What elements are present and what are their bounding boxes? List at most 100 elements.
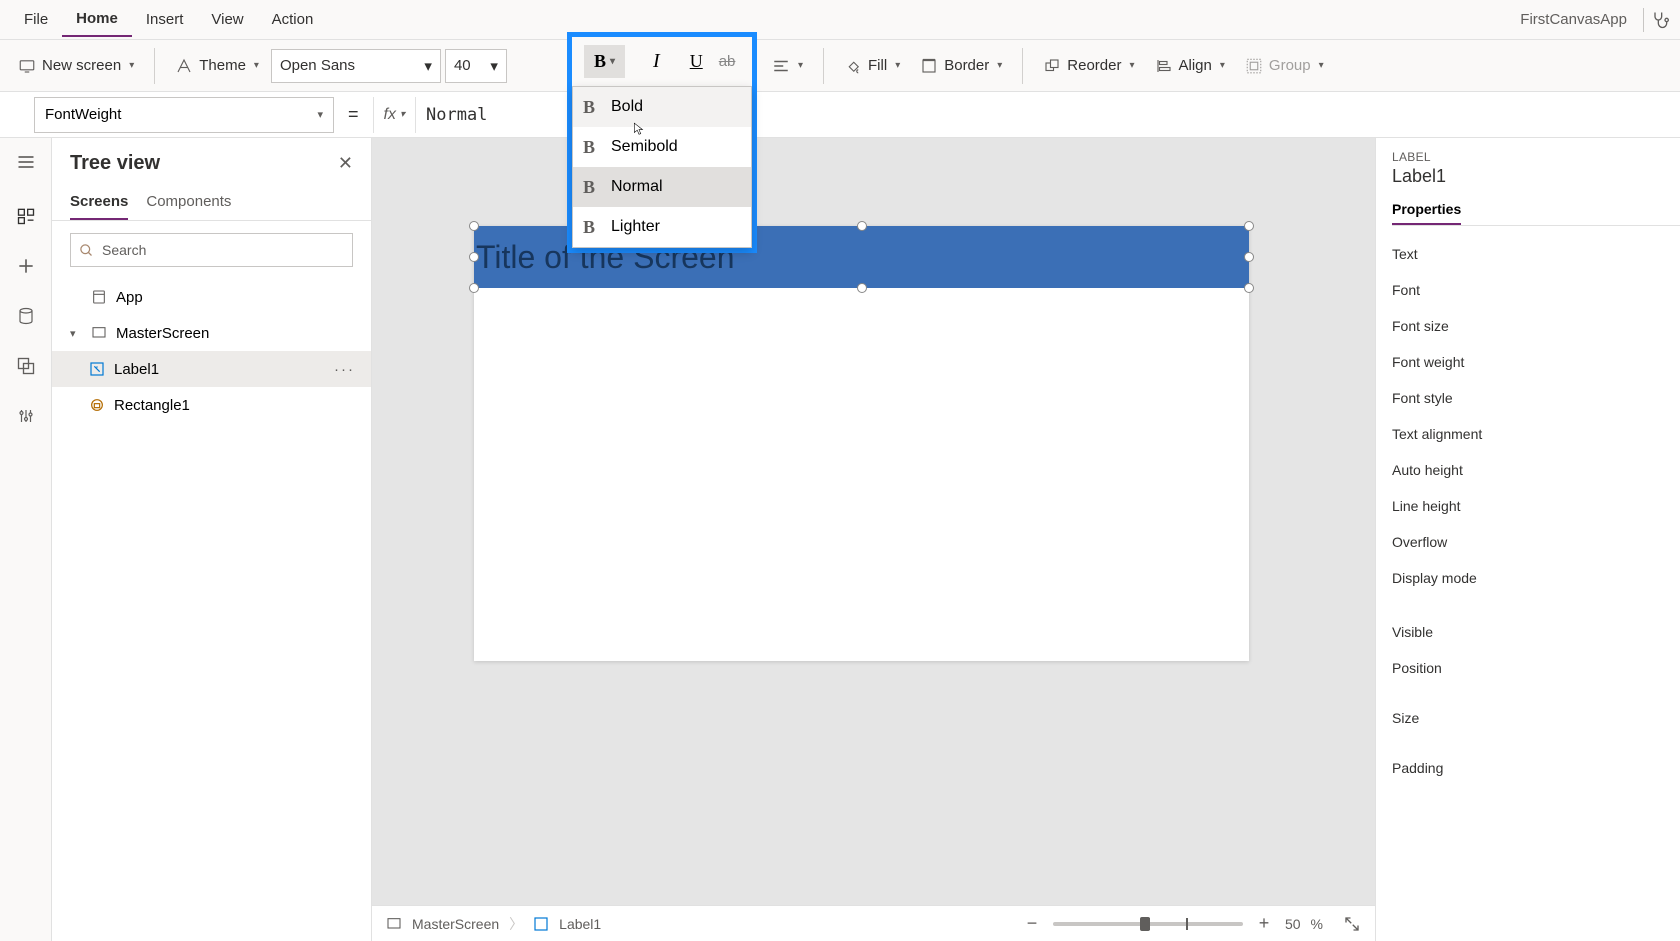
zoom-value: 50: [1285, 916, 1301, 932]
font-style-buttons: B ▾ I U ab: [572, 37, 752, 86]
menu-file[interactable]: File: [10, 3, 62, 36]
control-type-label: LABEL: [1392, 150, 1680, 164]
weight-option-lighter[interactable]: BLighter: [573, 207, 751, 247]
prop-size[interactable]: Size: [1392, 700, 1680, 736]
canvas-status-bar: MasterScreen 〉 Label1 − + 50 %: [372, 905, 1375, 941]
theme-button[interactable]: Theme▾: [167, 51, 267, 81]
properties-panel: LABEL Label1 Properties Text Font Font s…: [1375, 138, 1680, 941]
prop-font-style[interactable]: Font style: [1392, 380, 1680, 416]
tree-search-input[interactable]: Search: [70, 233, 353, 267]
advanced-rail-icon[interactable]: [14, 404, 38, 428]
menu-view[interactable]: View: [197, 3, 257, 36]
search-icon: [79, 243, 94, 258]
tree-view-rail-icon[interactable]: [14, 204, 38, 228]
bold-button[interactable]: B ▾: [584, 45, 625, 78]
canvas-area[interactable]: Title of the Screen MasterScreen 〉 Label…: [372, 138, 1375, 941]
align-objects-icon: [1155, 57, 1173, 75]
new-screen-button[interactable]: New screen▾: [10, 51, 142, 81]
group-icon: [1245, 57, 1263, 75]
zoom-out-button[interactable]: −: [1021, 913, 1043, 935]
menu-action[interactable]: Action: [258, 3, 328, 36]
group-button: Group▾: [1237, 51, 1332, 81]
menu-bar: File Home Insert View Action FirstCanvas…: [0, 0, 1680, 40]
label-icon: [533, 916, 549, 932]
tree-view-title: Tree view: [70, 152, 160, 175]
insert-rail-icon[interactable]: [14, 254, 38, 278]
tab-properties[interactable]: Properties: [1392, 195, 1461, 225]
fx-button[interactable]: fx▾: [373, 97, 416, 133]
zoom-in-button[interactable]: +: [1253, 913, 1275, 935]
prop-font[interactable]: Font: [1392, 272, 1680, 308]
align-button[interactable]: Align▾: [1147, 51, 1233, 81]
left-rail: [0, 138, 52, 941]
strikethrough-button[interactable]: ab: [719, 53, 736, 70]
formula-bar: FontWeight▾ = fx▾: [0, 92, 1680, 138]
breadcrumb-control[interactable]: Label1: [559, 916, 601, 932]
reorder-icon: [1043, 57, 1061, 75]
weight-option-normal[interactable]: BNormal: [573, 167, 751, 207]
ribbon-toolbar: New screen▾ Theme▾ Open Sans▾ 40▾ A ▾ ▾ …: [0, 40, 1680, 92]
canvas-screen[interactable]: Title of the Screen: [474, 226, 1249, 661]
border-button[interactable]: Border▾: [912, 51, 1010, 81]
hamburger-icon[interactable]: [14, 150, 38, 174]
close-icon[interactable]: ✕: [338, 153, 353, 174]
prop-text-alignment[interactable]: Text alignment: [1392, 416, 1680, 452]
tree-item-app[interactable]: App: [52, 279, 371, 315]
breadcrumb-screen[interactable]: MasterScreen: [412, 916, 499, 932]
app-icon: [90, 288, 108, 306]
font-weight-menu: BBold BSemibold BNormal BLighter: [572, 86, 752, 248]
prop-font-weight[interactable]: Font weight: [1392, 344, 1680, 380]
tree-item-screen[interactable]: ▾ MasterScreen: [52, 315, 371, 351]
prop-text[interactable]: Text: [1392, 236, 1680, 272]
chevron-down-icon[interactable]: ▾: [70, 327, 82, 340]
theme-icon: [175, 57, 193, 75]
font-weight-dropdown-highlight: B ▾ I U ab BBold BSemibold BNormal BLigh…: [567, 32, 757, 253]
prop-auto-height[interactable]: Auto height: [1392, 452, 1680, 488]
prop-font-size[interactable]: Font size: [1392, 308, 1680, 344]
tree-list: App ▾ MasterScreen Label1 ··· R: [52, 279, 371, 941]
app-name: FirstCanvasApp: [1520, 11, 1637, 28]
property-selector[interactable]: FontWeight▾: [34, 97, 334, 133]
prop-position[interactable]: Position: [1392, 650, 1680, 686]
text-align-button[interactable]: ▾: [764, 51, 811, 81]
media-rail-icon[interactable]: [14, 354, 38, 378]
label-icon: [88, 360, 106, 378]
rectangle-icon: [88, 396, 106, 414]
font-family-select[interactable]: Open Sans▾: [271, 49, 441, 83]
align-left-icon: [772, 57, 790, 75]
italic-button[interactable]: I: [641, 46, 672, 77]
tree-item-label1[interactable]: Label1 ···: [52, 351, 371, 387]
font-size-select[interactable]: 40▾: [445, 49, 507, 83]
fill-button[interactable]: Fill▾: [836, 51, 908, 81]
data-rail-icon[interactable]: [14, 304, 38, 328]
weight-option-semibold[interactable]: BSemibold: [573, 127, 751, 167]
zoom-percent: %: [1311, 916, 1323, 932]
prop-padding[interactable]: Padding: [1392, 750, 1680, 786]
menu-insert[interactable]: Insert: [132, 3, 198, 36]
control-name[interactable]: Label1: [1392, 166, 1680, 187]
prop-visible[interactable]: Visible: [1392, 614, 1680, 650]
more-icon[interactable]: ···: [334, 361, 355, 378]
underline-button[interactable]: U: [680, 47, 713, 76]
menu-home[interactable]: Home: [62, 2, 132, 37]
zoom-slider[interactable]: [1053, 922, 1243, 926]
border-icon: [920, 57, 938, 75]
prop-line-height[interactable]: Line height: [1392, 488, 1680, 524]
fit-to-screen-icon[interactable]: [1343, 915, 1361, 933]
tree-tabs: Screens Components: [52, 179, 371, 221]
prop-display-mode[interactable]: Display mode: [1392, 560, 1680, 596]
app-checker-icon[interactable]: [1650, 10, 1670, 30]
main-area: Tree view ✕ Screens Components Search Ap…: [0, 138, 1680, 941]
screen-icon: [90, 324, 108, 342]
screen-icon: [386, 916, 402, 932]
prop-overflow[interactable]: Overflow: [1392, 524, 1680, 560]
equals-sign: =: [334, 104, 373, 125]
breadcrumb-separator-icon: 〉: [509, 914, 523, 934]
reorder-button[interactable]: Reorder▾: [1035, 51, 1142, 81]
tab-components[interactable]: Components: [146, 185, 231, 220]
screen-icon: [18, 57, 36, 75]
tab-screens[interactable]: Screens: [70, 185, 128, 220]
tree-item-rectangle1[interactable]: Rectangle1: [52, 387, 371, 423]
weight-option-bold[interactable]: BBold: [573, 87, 751, 127]
paint-bucket-icon: [844, 57, 862, 75]
